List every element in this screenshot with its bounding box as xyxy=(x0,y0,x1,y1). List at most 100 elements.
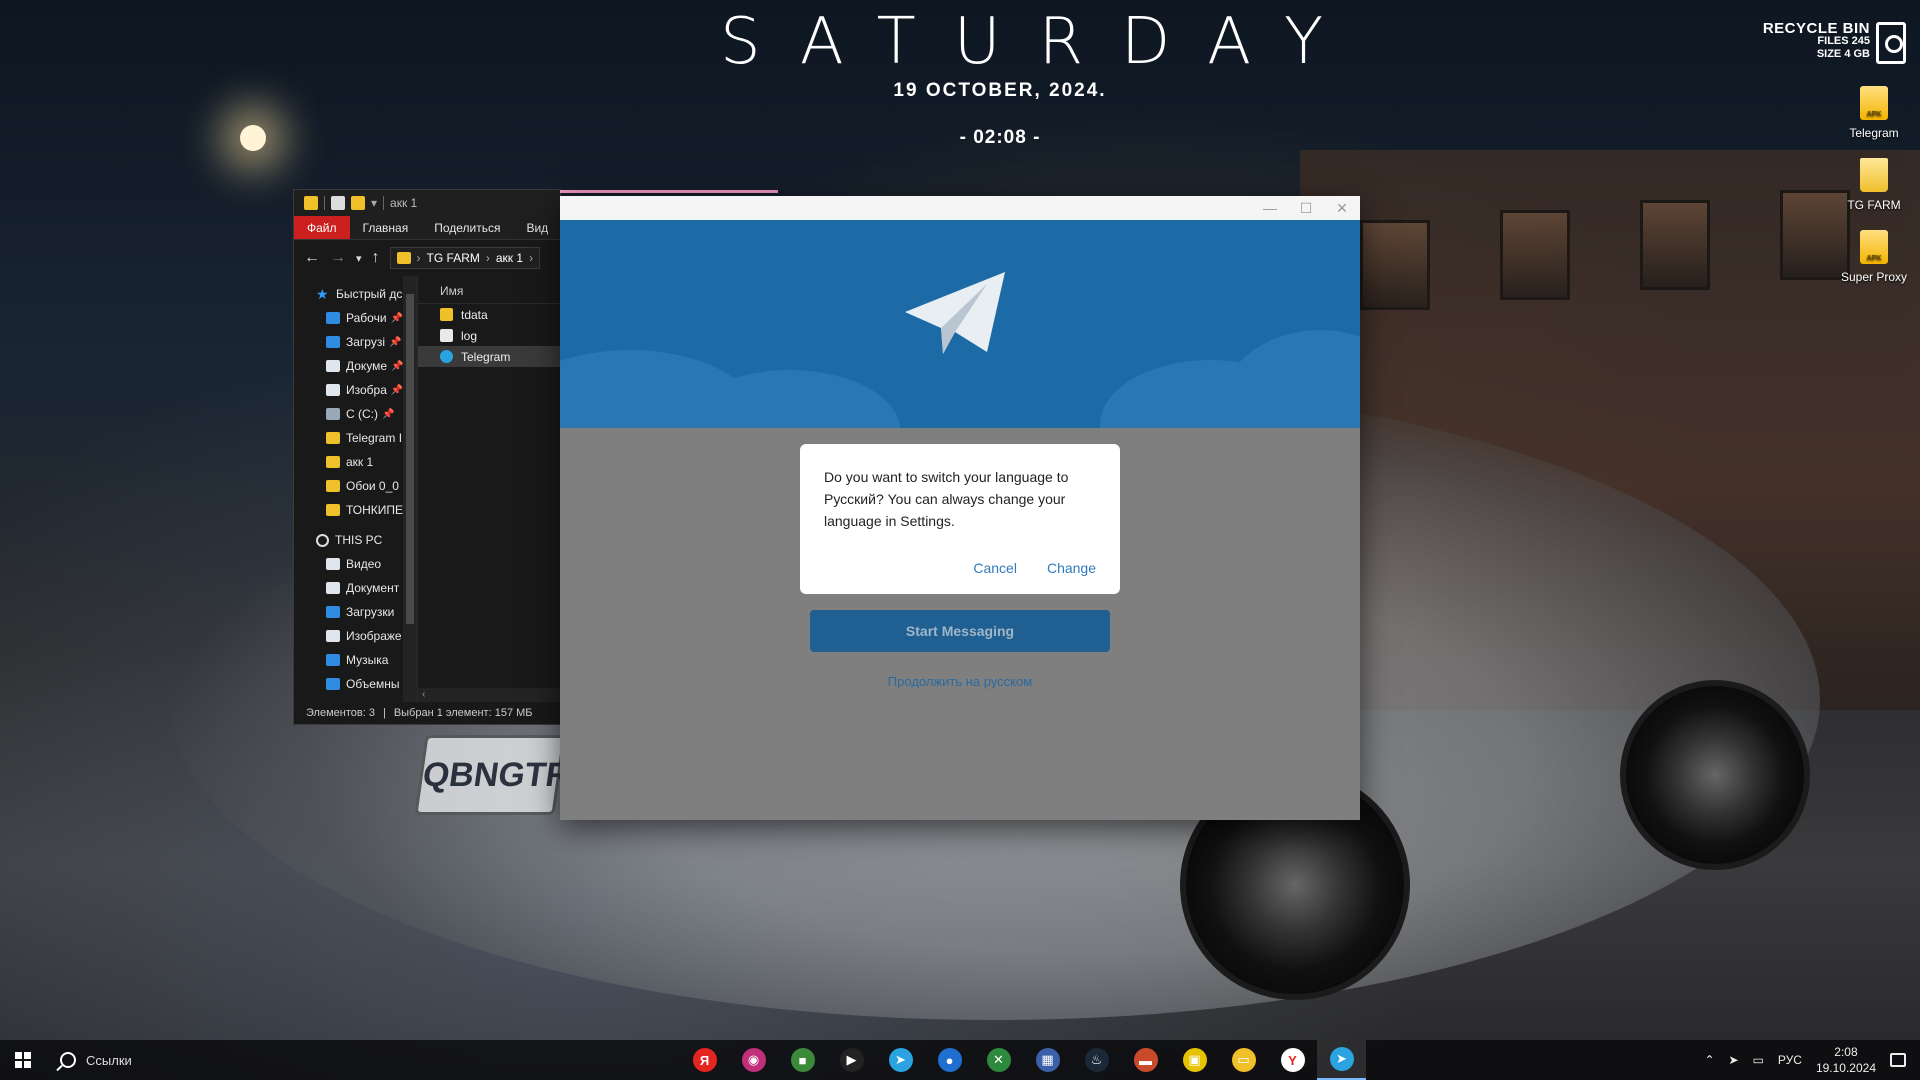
taskbar-app[interactable]: ◉ xyxy=(729,1040,778,1080)
scrollbar-thumb[interactable] xyxy=(406,294,414,624)
explorer-ribbon: Файл Главная Поделиться Вид xyxy=(294,216,560,240)
taskbar-app[interactable]: ♨ xyxy=(1072,1040,1121,1080)
tray-clock[interactable]: 2:08 19.10.2024 xyxy=(1816,1044,1876,1076)
start-button[interactable] xyxy=(0,1040,46,1080)
up-arrow-icon[interactable]: ↑ xyxy=(372,249,380,267)
nav-item-pc-downloads[interactable]: Загрузки xyxy=(294,600,417,624)
folder-icon xyxy=(326,504,340,516)
ribbon-tab-file[interactable]: Файл xyxy=(294,216,350,239)
nav-item-pc-pictures[interactable]: Изображе xyxy=(294,624,417,648)
horizontal-scrollbar[interactable]: ‹ xyxy=(418,688,560,702)
nav-item-drive-c[interactable]: C (C:) 📌 xyxy=(294,402,417,426)
calculator-icon: ▦ xyxy=(1035,1048,1060,1072)
desktop-icon-telegram[interactable]: Telegram xyxy=(1834,86,1914,140)
music-icon: ◉ xyxy=(741,1048,766,1072)
taskbar-app[interactable]: ● xyxy=(925,1040,974,1080)
wallpaper-window xyxy=(1360,220,1430,310)
divider xyxy=(324,196,325,210)
taskbar-app[interactable]: ▣ xyxy=(1170,1040,1219,1080)
telegram-icon: ➤ xyxy=(888,1048,913,1072)
ribbon-tab-home[interactable]: Главная xyxy=(350,216,422,239)
taskbar-app[interactable]: ▭ xyxy=(1219,1040,1268,1080)
chevron-down-icon[interactable]: ▾ xyxy=(371,196,377,210)
chevron-down-icon[interactable]: ▾ xyxy=(356,252,362,265)
telegram-titlebar[interactable]: — ☐ ✕ xyxy=(560,196,1360,220)
file-row-telegram[interactable]: Telegram xyxy=(418,346,560,367)
change-button[interactable]: Change xyxy=(1047,560,1096,576)
file-row-tdata[interactable]: tdata xyxy=(418,304,560,325)
nav-item-videos[interactable]: Видео xyxy=(294,552,417,576)
breadcrumb-item[interactable]: акк 1 xyxy=(496,251,523,265)
properties-icon[interactable] xyxy=(331,196,345,210)
nav-item-downloads[interactable]: Загрузі 📌 xyxy=(294,330,417,354)
nav-item-akk1[interactable]: акк 1 xyxy=(294,450,417,474)
start-messaging-button[interactable]: Start Messaging xyxy=(810,610,1110,652)
app-icon: ▣ xyxy=(1182,1048,1207,1072)
recycle-bin-widget[interactable]: RECYCLE BIN FILES 245 SIZE 4 GB xyxy=(1762,20,1906,64)
minimize-icon[interactable]: — xyxy=(1252,196,1288,220)
telegram-tray-icon[interactable]: ➤ xyxy=(1729,1053,1739,1067)
ribbon-tab-view[interactable]: Вид xyxy=(513,216,561,239)
taskbar-app[interactable]: ▦ xyxy=(1023,1040,1072,1080)
nav-item-telegram[interactable]: Telegram I xyxy=(294,426,417,450)
desktop-icon-super-proxy[interactable]: Super Proxy xyxy=(1834,230,1914,284)
desktop-icon-tg-farm[interactable]: TG FARM xyxy=(1834,158,1914,212)
network-icon[interactable]: ▭ xyxy=(1753,1053,1764,1067)
new-folder-icon[interactable] xyxy=(351,196,365,210)
file-name: tdata xyxy=(461,307,488,322)
taskbar: Ссылки Я ◉ ■ ▶ ➤ ● ✕ ▦ ♨ ▬ ▣ ▭ Y ➤ ⌃ ➤ ▭ РУС 2:08 19.… xyxy=(0,1040,1920,1080)
folder-icon xyxy=(440,308,453,321)
system-tray: ⌃ ➤ ▭ РУС 2:08 19.10.2024 xyxy=(1704,1040,1920,1080)
taskbar-app[interactable]: ▶ xyxy=(827,1040,876,1080)
folder-icon xyxy=(326,456,340,468)
continue-russian-link[interactable]: Продолжить на русском xyxy=(560,674,1360,689)
nav-item-desktop[interactable]: Рабочи 📌 xyxy=(294,306,417,330)
maximize-icon[interactable]: ☐ xyxy=(1288,196,1324,220)
telegram-header xyxy=(560,220,1360,428)
taskbar-app[interactable]: Y xyxy=(1268,1040,1317,1080)
taskbar-app[interactable]: ✕ xyxy=(974,1040,1023,1080)
file-row-log[interactable]: log xyxy=(418,325,560,346)
notification-icon[interactable] xyxy=(1890,1053,1906,1067)
forward-arrow-icon[interactable]: → xyxy=(330,249,346,267)
nav-item-label: Документ xyxy=(346,581,400,595)
desktop-icons: Telegram TG FARM Super Proxy xyxy=(1834,86,1914,302)
nav-item-3d-objects[interactable]: Объемны xyxy=(294,672,417,696)
computer-icon xyxy=(316,533,329,547)
breadcrumb[interactable]: › TG FARM › акк 1 › xyxy=(389,247,541,269)
nav-scrollbar[interactable] xyxy=(403,276,417,702)
nav-item-documents[interactable]: Докуме 📌 xyxy=(294,354,417,378)
recycle-bin-title: RECYCLE BIN xyxy=(1762,20,1870,37)
taskbar-app[interactable]: ▬ xyxy=(1121,1040,1170,1080)
dialog-message: Do you want to switch your language to Р… xyxy=(824,469,1069,529)
breadcrumb-item[interactable]: TG FARM xyxy=(427,251,480,265)
nav-quick-access[interactable]: ★ Быстрый дс xyxy=(294,282,417,306)
desktop-icon-label: Telegram xyxy=(1849,126,1899,140)
nav-item-music[interactable]: Музыка xyxy=(294,648,417,672)
taskbar-app[interactable]: Я xyxy=(680,1040,729,1080)
nav-item-tonkipe[interactable]: ТОНКИПЕ xyxy=(294,498,417,522)
desktop-icon-label: TG FARM xyxy=(1847,198,1901,212)
taskbar-app[interactable]: ➤ xyxy=(876,1040,925,1080)
close-icon[interactable]: ✕ xyxy=(1324,196,1360,220)
language-indicator[interactable]: РУС xyxy=(1778,1053,1802,1067)
nav-item-label: Telegram I xyxy=(346,431,403,445)
taskbar-app[interactable]: ➤ xyxy=(1317,1040,1366,1080)
ribbon-tab-share[interactable]: Поделиться xyxy=(421,216,513,239)
nav-this-pc[interactable]: THIS PC xyxy=(294,528,417,552)
back-arrow-icon[interactable]: ← xyxy=(304,249,320,267)
column-header-name[interactable]: Имя xyxy=(418,278,560,304)
chevron-up-icon[interactable]: ⌃ xyxy=(1704,1053,1714,1067)
nav-item-pictures[interactable]: Изобра 📌 xyxy=(294,378,417,402)
nav-item-wallpapers[interactable]: Обои 0_0 xyxy=(294,474,417,498)
nav-item-pc-documents[interactable]: Документ xyxy=(294,576,417,600)
video-icon xyxy=(326,558,340,570)
document-icon xyxy=(440,329,453,342)
steam-icon: ♨ xyxy=(1084,1048,1109,1072)
nav-item-label: Видео xyxy=(346,557,382,571)
taskbar-search[interactable]: Ссылки xyxy=(46,1052,266,1068)
cancel-button[interactable]: Cancel xyxy=(973,560,1017,576)
explorer-titlebar[interactable]: ▾ акк 1 xyxy=(294,190,560,216)
taskbar-app[interactable]: ■ xyxy=(778,1040,827,1080)
pin-icon: 📌 xyxy=(390,384,404,396)
